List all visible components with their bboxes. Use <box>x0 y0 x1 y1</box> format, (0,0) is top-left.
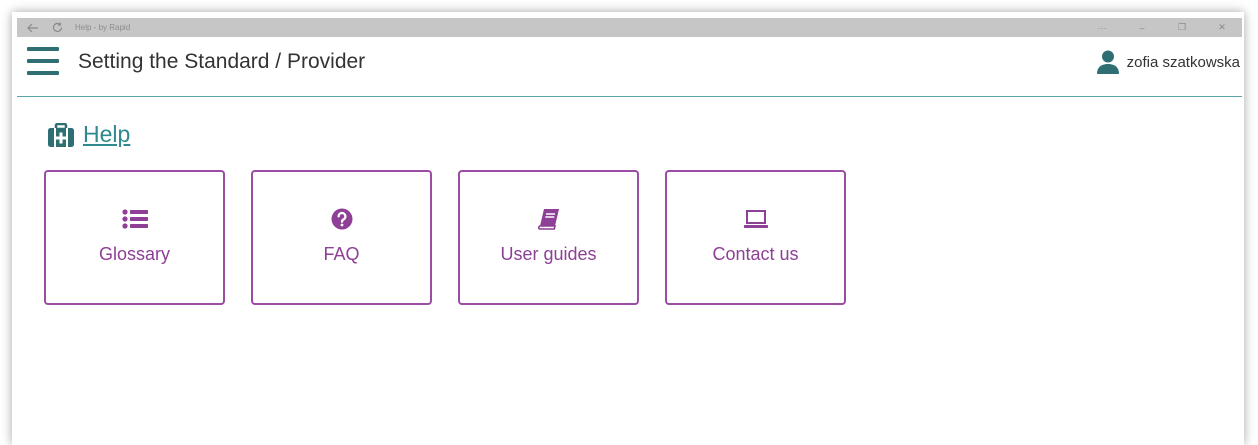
laptop-icon <box>743 208 769 230</box>
minimize-icon[interactable]: – <box>1122 18 1162 37</box>
page-title: Help <box>48 121 130 148</box>
glossary-tile[interactable]: Glossary <box>44 170 225 305</box>
tile-label: FAQ <box>323 244 360 264</box>
menu-icon[interactable] <box>27 47 59 75</box>
close-icon[interactable]: ✕ <box>1202 18 1242 37</box>
window-controls: ··· – ❐ ✕ <box>1082 18 1242 37</box>
tile-label: Contact us <box>712 244 799 264</box>
help-tiles: Glossary FAQ User guides Contact us <box>44 170 872 305</box>
user-menu[interactable]: zofia szatkowska <box>1095 49 1240 75</box>
back-icon[interactable] <box>23 23 43 33</box>
user-guides-tile[interactable]: User guides <box>458 170 639 305</box>
maximize-icon[interactable]: ❐ <box>1162 18 1202 37</box>
window-titlebar: Help - by Rapid ··· – ❐ ✕ <box>17 18 1242 37</box>
tile-label: Glossary <box>98 244 170 264</box>
tile-label: User guides <box>500 244 597 264</box>
reload-icon[interactable] <box>47 22 67 33</box>
question-circle-icon <box>331 208 353 230</box>
more-icon[interactable]: ··· <box>1082 18 1122 37</box>
list-icon <box>121 208 148 230</box>
breadcrumb: Setting the Standard / Provider <box>78 50 366 73</box>
help-link[interactable]: Help <box>83 121 130 148</box>
contact-us-tile[interactable]: Contact us <box>665 170 846 305</box>
book-icon <box>537 208 560 230</box>
window-title: Help - by Rapid <box>75 23 131 32</box>
medkit-icon <box>48 122 74 147</box>
faq-tile[interactable]: FAQ <box>251 170 432 305</box>
user-name: zofia szatkowska <box>1126 53 1240 71</box>
user-icon <box>1096 50 1119 74</box>
app-header: Setting the Standard / Provider zofia sz… <box>17 37 1242 97</box>
